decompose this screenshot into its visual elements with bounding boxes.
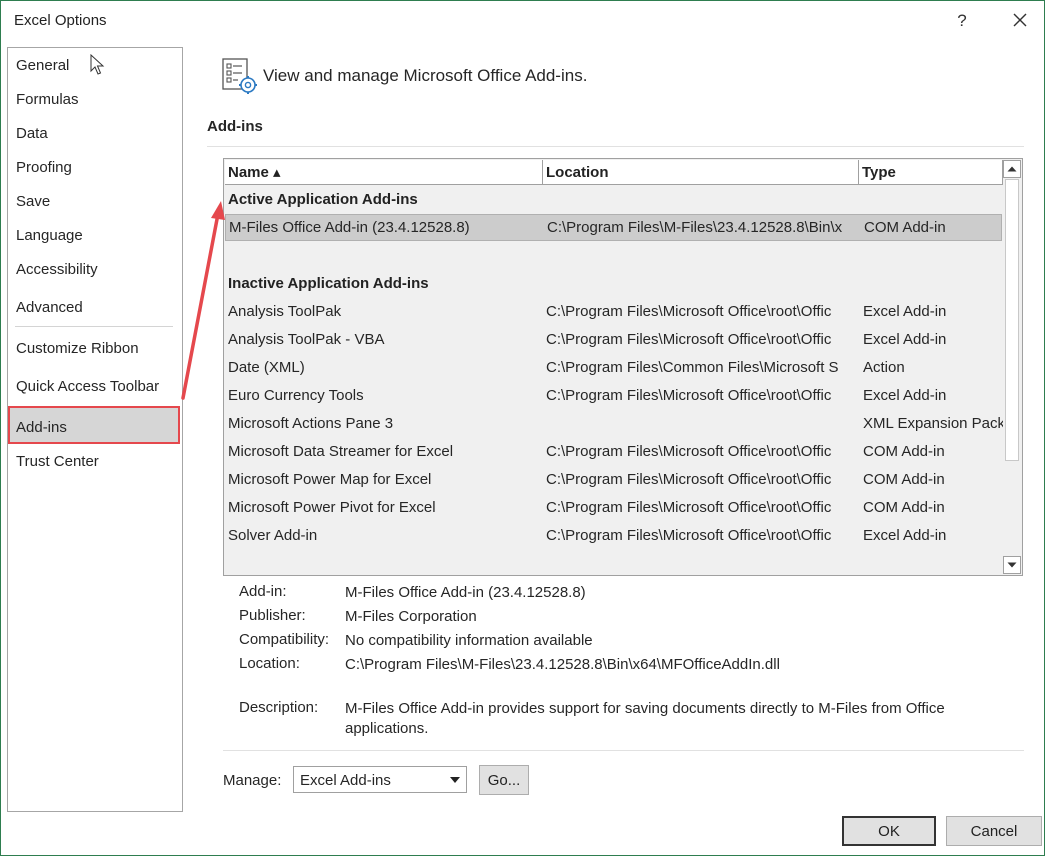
addin-name: Euro Currency Tools xyxy=(228,387,364,404)
section-title: Add-ins xyxy=(207,118,263,135)
column-header-name[interactable]: Name ▴ xyxy=(225,160,543,185)
sidebar-item-general[interactable]: General xyxy=(16,57,69,74)
addin-location: C:\Program Files\Microsoft Office\root\O… xyxy=(546,303,832,320)
detail-addin-value: M-Files Office Add-in (23.4.12528.8) xyxy=(345,584,586,601)
addin-name: Microsoft Power Map for Excel xyxy=(228,471,432,488)
addin-location: C:\Program Files\Microsoft Office\root\O… xyxy=(546,471,832,488)
table-row[interactable]: Date (XML) C:\Program Files\Common Files… xyxy=(225,354,1002,381)
close-icon xyxy=(1013,13,1027,27)
sidebar-item-accessibility[interactable]: Accessibility xyxy=(16,261,98,278)
table-row[interactable]: Analysis ToolPak C:\Program Files\Micros… xyxy=(225,298,1002,325)
help-button[interactable]: ? xyxy=(951,9,973,33)
group-header-active: Active Application Add-ins xyxy=(225,186,1002,213)
addin-name: Date (XML) xyxy=(228,359,305,376)
sidebar-item-trust-center[interactable]: Trust Center xyxy=(16,453,99,470)
detail-publisher-label: Publisher: xyxy=(239,607,306,624)
section-divider xyxy=(207,146,1024,147)
group-label: Active Application Add-ins xyxy=(228,191,418,208)
addin-type: COM Add-in xyxy=(863,443,945,460)
sidebar-item-data[interactable]: Data xyxy=(16,125,48,142)
chevron-down-icon xyxy=(1007,562,1017,568)
sidebar-item-save[interactable]: Save xyxy=(16,193,50,210)
addin-location: C:\Program Files\Common Files\Microsoft … xyxy=(546,359,839,376)
addin-type: Excel Add-in xyxy=(863,527,947,544)
addin-location: C:\Program Files\Microsoft Office\root\O… xyxy=(546,527,832,544)
sidebar-item-proofing[interactable]: Proofing xyxy=(16,159,72,176)
scroll-up-button[interactable] xyxy=(1003,160,1021,178)
column-header-type[interactable]: Type xyxy=(859,160,1003,185)
detail-location-value: C:\Program Files\M-Files\23.4.12528.8\Bi… xyxy=(345,656,780,673)
sidebar-item-customize-ribbon[interactable]: Customize Ribbon xyxy=(16,340,139,357)
sidebar-item-advanced[interactable]: Advanced xyxy=(16,299,83,316)
column-header-location[interactable]: Location xyxy=(543,160,859,185)
sidebar-item-formulas[interactable]: Formulas xyxy=(16,91,79,108)
addin-location: C:\Program Files\Microsoft Office\root\O… xyxy=(546,387,832,404)
addin-name: Microsoft Power Pivot for Excel xyxy=(228,499,436,516)
group-header-inactive: Inactive Application Add-ins xyxy=(225,270,1002,297)
table-row[interactable]: Analysis ToolPak - VBA C:\Program Files\… xyxy=(225,326,1002,353)
addin-type: XML Expansion Pack xyxy=(863,415,1003,432)
manage-label: Manage: xyxy=(223,772,282,789)
table-row[interactable]: Euro Currency Tools C:\Program Files\Mic… xyxy=(225,382,1002,409)
addin-type: COM Add-in xyxy=(864,219,946,236)
sidebar-item-add-ins[interactable]: Add-ins xyxy=(16,419,67,436)
addin-location: C:\Program Files\M-Files\23.4.12528.8\Bi… xyxy=(547,219,843,236)
group-label: Inactive Application Add-ins xyxy=(228,275,429,292)
chevron-up-icon xyxy=(1007,166,1017,172)
scroll-down-button[interactable] xyxy=(1003,556,1021,574)
table-row[interactable]: Microsoft Power Pivot for Excel C:\Progr… xyxy=(225,494,1002,521)
scrollbar-thumb[interactable] xyxy=(1005,179,1019,461)
addin-name: M-Files Office Add-in (23.4.12528.8) xyxy=(229,219,470,236)
vertical-scrollbar[interactable] xyxy=(1003,160,1022,574)
cancel-button[interactable]: Cancel xyxy=(946,816,1042,846)
addin-type: COM Add-in xyxy=(863,499,945,516)
window-title: Excel Options xyxy=(14,12,107,29)
add-ins-settings-icon xyxy=(222,58,257,94)
page-heading: View and manage Microsoft Office Add-ins… xyxy=(263,66,588,85)
addin-type: Excel Add-in xyxy=(863,303,947,320)
ok-button[interactable]: OK xyxy=(842,816,936,846)
sidebar-divider xyxy=(15,326,173,327)
table-row[interactable]: Microsoft Actions Pane 3 XML Expansion P… xyxy=(225,410,1003,437)
detail-addin-label: Add-in: xyxy=(239,583,287,600)
addin-location: C:\Program Files\Microsoft Office\root\O… xyxy=(546,331,832,348)
addin-type: Excel Add-in xyxy=(863,331,947,348)
table-row-selected[interactable]: M-Files Office Add-in (23.4.12528.8) C:\… xyxy=(225,214,1002,241)
add-ins-list[interactable]: Name ▴ Location Type Active Application … xyxy=(223,158,1023,576)
addin-name: Analysis ToolPak - VBA xyxy=(228,331,385,348)
title-bar: Excel Options ? xyxy=(1,1,1044,39)
detail-description-label: Description: xyxy=(239,699,319,716)
detail-description-value: M-Files Office Add-in provides support f… xyxy=(345,700,945,737)
table-row[interactable]: Microsoft Data Streamer for Excel C:\Pro… xyxy=(225,438,1002,465)
addin-location: C:\Program Files\Microsoft Office\root\O… xyxy=(546,443,832,460)
addin-type: COM Add-in xyxy=(863,471,945,488)
addin-name: Analysis ToolPak xyxy=(228,303,342,320)
sidebar-item-quick-access-toolbar[interactable]: Quick Access Toolbar xyxy=(16,378,159,395)
addin-location: C:\Program Files\Microsoft Office\root\O… xyxy=(546,499,832,516)
detail-publisher-value: M-Files Corporation xyxy=(345,608,477,625)
close-button[interactable] xyxy=(1007,9,1033,33)
chevron-down-icon xyxy=(450,777,460,783)
detail-compatibility-value: No compatibility information available xyxy=(345,632,593,649)
go-button[interactable]: Go... xyxy=(479,765,529,795)
addin-name: Microsoft Data Streamer for Excel xyxy=(228,443,454,460)
addin-type: Action xyxy=(863,359,905,376)
detail-compatibility-label: Compatibility: xyxy=(239,631,330,648)
sidebar-item-language[interactable]: Language xyxy=(16,227,83,244)
manage-divider xyxy=(223,750,1024,751)
addin-name: Solver Add-in xyxy=(228,527,318,544)
manage-select[interactable]: Excel Add-ins xyxy=(293,766,467,793)
table-row[interactable]: Solver Add-in C:\Program Files\Microsoft… xyxy=(225,522,1002,549)
table-row[interactable]: Microsoft Power Map for Excel C:\Program… xyxy=(225,466,1002,493)
addin-name: Microsoft Actions Pane 3 xyxy=(228,415,394,432)
addin-type: Excel Add-in xyxy=(863,387,947,404)
manage-selected-value: Excel Add-ins xyxy=(300,772,391,789)
detail-location-label: Location: xyxy=(239,655,300,672)
mouse-cursor-icon xyxy=(90,54,105,75)
